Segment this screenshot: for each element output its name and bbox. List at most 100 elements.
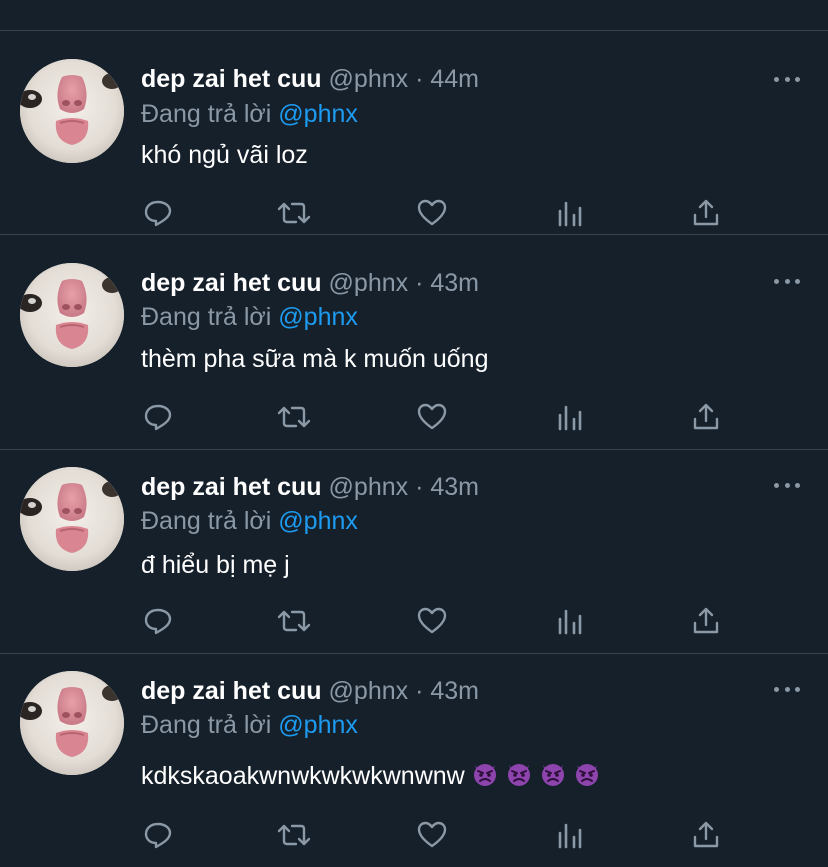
display-name[interactable]: dep zai het cuu <box>141 677 322 705</box>
analytics-icon <box>554 197 586 229</box>
action-bar <box>0 397 828 437</box>
display-name[interactable]: dep zai het cuu <box>141 65 322 93</box>
angry-devil-emoji <box>539 760 567 795</box>
reply-context: Đang trả lời @phnx <box>141 99 358 129</box>
analytics-button[interactable] <box>550 601 590 641</box>
tweet-text: thèm pha sữa mà k muốn uống <box>141 344 489 374</box>
separator: · <box>415 65 424 93</box>
tweet-text: kdkskaoakwnwkwkwkwnwnw <box>141 760 601 795</box>
more-options-icon[interactable] <box>774 277 800 285</box>
tweet-text-content: kdkskaoakwnwkwkwkwnwnw <box>141 762 465 790</box>
tweet[interactable]: dep zai het cuu @phnx · 43m Đang trả lời… <box>0 450 828 654</box>
angry-devil-emoji <box>471 760 499 795</box>
like-button[interactable] <box>412 601 452 641</box>
avatar[interactable] <box>20 671 124 775</box>
share-icon <box>690 401 722 433</box>
reply-icon <box>142 605 174 637</box>
timestamp[interactable]: 43m <box>430 677 479 705</box>
analytics-button[interactable] <box>550 815 590 855</box>
tweet-text: khó ngủ vãi loz <box>141 140 308 170</box>
reply-icon <box>142 401 174 433</box>
analytics-icon <box>554 605 586 637</box>
action-bar <box>0 601 828 641</box>
angry-devil-emoji <box>505 760 533 795</box>
action-bar <box>0 815 828 855</box>
reply-prefix: Đang trả lời <box>141 711 272 739</box>
share-button[interactable] <box>686 397 726 437</box>
reply-prefix: Đang trả lời <box>141 100 272 128</box>
reply-button[interactable] <box>138 397 178 437</box>
tweet[interactable]: dep zai het cuu @phnx · 44m Đang trả lời… <box>0 31 828 235</box>
tweet-text-content: khó ngủ vãi loz <box>141 141 308 169</box>
tweet-header: dep zai het cuu @phnx · 43m <box>141 472 479 502</box>
like-button[interactable] <box>412 397 452 437</box>
retweet-button[interactable] <box>274 601 314 641</box>
avatar[interactable] <box>20 59 124 163</box>
share-icon <box>690 605 722 637</box>
reply-button[interactable] <box>138 815 178 855</box>
tweet-header: dep zai het cuu @phnx · 43m <box>141 676 479 706</box>
user-handle[interactable]: @phnx <box>329 269 409 297</box>
reply-context: Đang trả lời @phnx <box>141 710 358 740</box>
reply-to-handle[interactable]: @phnx <box>278 303 358 331</box>
retweet-button[interactable] <box>274 193 314 233</box>
more-options-icon[interactable] <box>774 75 800 83</box>
tweet[interactable]: dep zai het cuu @phnx · 43m Đang trả lời… <box>0 246 828 450</box>
display-name[interactable]: dep zai het cuu <box>141 269 322 297</box>
analytics-icon <box>554 819 586 851</box>
tweet[interactable]: dep zai het cuu @phnx · 43m Đang trả lời… <box>0 654 828 867</box>
share-button[interactable] <box>686 601 726 641</box>
tweet-feed: dep zai het cuu @phnx · 44m Đang trả lời… <box>0 0 828 867</box>
like-icon <box>416 605 448 637</box>
action-bar <box>0 193 828 233</box>
like-icon <box>416 197 448 229</box>
like-button[interactable] <box>412 815 452 855</box>
more-options-icon[interactable] <box>774 685 800 693</box>
like-icon <box>416 819 448 851</box>
reply-icon <box>142 197 174 229</box>
like-button[interactable] <box>412 193 452 233</box>
retweet-icon <box>276 605 312 637</box>
tweet-text-content: thèm pha sữa mà k muốn uống <box>141 345 489 373</box>
reply-button[interactable] <box>138 193 178 233</box>
analytics-button[interactable] <box>550 193 590 233</box>
reply-context: Đang trả lời @phnx <box>141 302 358 332</box>
avatar[interactable] <box>20 263 124 367</box>
tweet-text-content: đ hiểu bị mẹ j <box>141 551 290 579</box>
tweet-text: đ hiểu bị mẹ j <box>141 550 290 580</box>
separator: · <box>415 677 424 705</box>
retweet-button[interactable] <box>274 397 314 437</box>
retweet-icon <box>276 819 312 851</box>
reply-button[interactable] <box>138 601 178 641</box>
share-icon <box>690 819 722 851</box>
user-handle[interactable]: @phnx <box>329 473 409 501</box>
share-icon <box>690 197 722 229</box>
timestamp[interactable]: 44m <box>430 65 479 93</box>
reply-context: Đang trả lời @phnx <box>141 506 358 536</box>
reply-to-handle[interactable]: @phnx <box>278 507 358 535</box>
user-handle[interactable]: @phnx <box>329 65 409 93</box>
analytics-button[interactable] <box>550 397 590 437</box>
reply-prefix: Đang trả lời <box>141 507 272 535</box>
timestamp[interactable]: 43m <box>430 269 479 297</box>
avatar[interactable] <box>20 467 124 571</box>
display-name[interactable]: dep zai het cuu <box>141 473 322 501</box>
like-icon <box>416 401 448 433</box>
reply-to-handle[interactable]: @phnx <box>278 100 358 128</box>
user-handle[interactable]: @phnx <box>329 677 409 705</box>
reply-icon <box>142 819 174 851</box>
more-options-icon[interactable] <box>774 481 800 489</box>
reply-to-handle[interactable]: @phnx <box>278 711 358 739</box>
reply-prefix: Đang trả lời <box>141 303 272 331</box>
timestamp[interactable]: 43m <box>430 473 479 501</box>
separator: · <box>415 269 424 297</box>
retweet-icon <box>276 401 312 433</box>
retweet-icon <box>276 197 312 229</box>
retweet-button[interactable] <box>274 815 314 855</box>
share-button[interactable] <box>686 815 726 855</box>
tweet-header: dep zai het cuu @phnx · 43m <box>141 268 479 298</box>
separator: · <box>415 473 424 501</box>
share-button[interactable] <box>686 193 726 233</box>
analytics-icon <box>554 401 586 433</box>
angry-devil-emoji <box>573 760 601 795</box>
